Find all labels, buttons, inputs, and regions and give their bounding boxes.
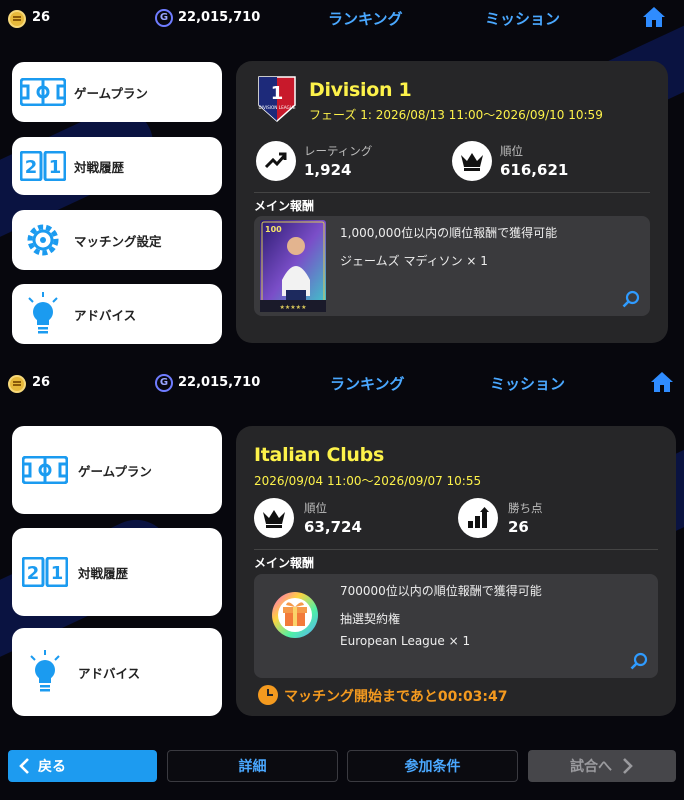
advice-button[interactable]: アドバイス — [12, 284, 222, 344]
details-button[interactable]: 詳細 — [167, 750, 338, 782]
ranking-link[interactable]: ランキング — [330, 373, 405, 394]
event-panel-italian-clubs: Italian Clubs 2026/09/04 11:00～2026/09/0… — [236, 426, 676, 716]
coin-icon — [8, 10, 26, 28]
gp-icon: G — [155, 374, 173, 392]
rating-label: レーティング — [304, 144, 373, 158]
search-icon[interactable] — [622, 290, 640, 308]
back-label: 戻る — [38, 759, 66, 775]
rating-icon — [256, 141, 296, 181]
scoreboard-icon: 21 — [12, 151, 74, 181]
reward-box[interactable]: 100 ★★★★★ 1,000,000位以内の順位報酬で獲得可能 ジェームズ マ… — [254, 216, 650, 316]
scoreboard-digit: 1 — [49, 157, 62, 178]
reward-sub-item: European League × 1 — [340, 634, 471, 648]
advice-button[interactable]: アドバイス — [12, 628, 222, 716]
lightbulb-icon — [12, 650, 78, 694]
rank-label: 順位 — [304, 501, 327, 515]
match-history-label: 対戦履歴 — [74, 159, 125, 175]
to-match-label: 試合へ — [570, 759, 612, 775]
rank-label: 順位 — [500, 144, 523, 158]
mission-link[interactable]: ミッション — [485, 8, 560, 29]
scoreboard-digit: 2 — [27, 563, 40, 584]
home-icon[interactable] — [650, 371, 674, 393]
gift-icon — [272, 592, 318, 638]
entry-conditions-button[interactable]: 参加条件 — [347, 750, 518, 782]
crown-icon — [254, 498, 294, 538]
clock-icon — [258, 685, 278, 705]
formation-icon — [12, 78, 74, 106]
game-plan-button[interactable]: ゲームプラン — [12, 62, 222, 122]
coin-icon — [8, 375, 26, 393]
ranking-link[interactable]: ランキング — [328, 8, 403, 29]
chevron-right-icon — [623, 758, 633, 774]
reward-condition: 700000位以内の順位報酬で獲得可能 — [340, 584, 542, 598]
crown-icon — [452, 141, 492, 181]
divider — [254, 549, 658, 550]
gp-icon: G — [155, 9, 173, 27]
coin-count: 26 — [32, 10, 51, 25]
match-history-button[interactable]: 21 対戦履歴 — [12, 528, 222, 616]
back-button[interactable]: 戻る — [8, 750, 157, 782]
lightbulb-icon — [12, 292, 74, 336]
to-match-button[interactable]: 試合へ — [528, 750, 676, 782]
gp-count: 22,015,710 — [178, 10, 261, 25]
match-history-button[interactable]: 21 対戦履歴 — [12, 137, 222, 195]
points-label: 勝ち点 — [508, 501, 543, 515]
card-rating: 100 — [265, 225, 282, 234]
matching-countdown: マッチング開始まであと00:03:47 — [284, 689, 508, 705]
main-reward-heading: メイン報酬 — [254, 199, 315, 213]
main-reward-heading: メイン報酬 — [254, 556, 315, 570]
game-plan-button[interactable]: ゲームプラン — [12, 426, 222, 514]
player-card-image: 100 ★★★★★ — [260, 220, 326, 312]
points-value: 26 — [508, 518, 529, 536]
event-panel-division: 1 DIVISION LEAGUE Division 1 フェーズ 1: 202… — [236, 61, 668, 343]
home-icon[interactable] — [642, 6, 666, 28]
search-icon[interactable] — [630, 652, 648, 670]
scoreboard-digit: 1 — [51, 563, 64, 584]
gear-icon — [12, 220, 74, 260]
match-history-label: 対戦履歴 — [78, 565, 129, 581]
formation-icon — [12, 456, 78, 484]
division-badge-number: 1 — [271, 83, 284, 104]
rank-value: 63,724 — [304, 518, 362, 536]
rating-value: 1,924 — [304, 161, 352, 179]
event-title: Italian Clubs — [254, 444, 384, 466]
scoreboard-icon: 21 — [12, 557, 78, 587]
matching-settings-label: マッチング設定 — [74, 233, 162, 249]
coin-count: 26 — [32, 375, 51, 390]
event-title: Division 1 — [309, 79, 412, 101]
reward-item: 抽選契約権 — [340, 612, 401, 626]
reward-condition: 1,000,000位以内の順位報酬で獲得可能 — [340, 226, 558, 240]
chevron-left-icon — [19, 758, 29, 774]
matching-settings-button[interactable]: マッチング設定 — [12, 210, 222, 270]
gp-count: 22,015,710 — [178, 375, 261, 390]
mission-link[interactable]: ミッション — [490, 373, 565, 394]
divider — [254, 192, 650, 193]
top-bar: 26 G 22,015,710 ランキング ミッション — [0, 2, 684, 36]
reward-item: ジェームズ マディソン × 1 — [340, 254, 488, 268]
svg-text:★★★★★: ★★★★★ — [280, 304, 307, 311]
details-label: 詳細 — [238, 759, 267, 775]
event-period: フェーズ 1: 2026/08/13 11:00～2026/09/10 10:5… — [309, 108, 603, 122]
advice-label: アドバイス — [74, 307, 137, 323]
top-bar: 26 G 22,015,710 ランキング ミッション — [0, 367, 684, 401]
game-plan-label: ゲームプラン — [74, 85, 148, 101]
reward-box[interactable]: 700000位以内の順位報酬で獲得可能 抽選契約権 European Leagu… — [254, 574, 658, 678]
scoreboard-digit: 2 — [25, 157, 38, 178]
game-plan-label: ゲームプラン — [78, 463, 152, 479]
division-badge-icon: 1 DIVISION LEAGUE — [258, 76, 296, 123]
rank-value: 616,621 — [500, 161, 569, 179]
entry-conditions-label: 参加条件 — [404, 759, 461, 775]
points-icon — [458, 498, 498, 538]
division-badge-text: DIVISION LEAGUE — [259, 105, 296, 110]
advice-label: アドバイス — [78, 665, 141, 681]
event-period: 2026/09/04 11:00～2026/09/07 10:55 — [254, 474, 482, 488]
